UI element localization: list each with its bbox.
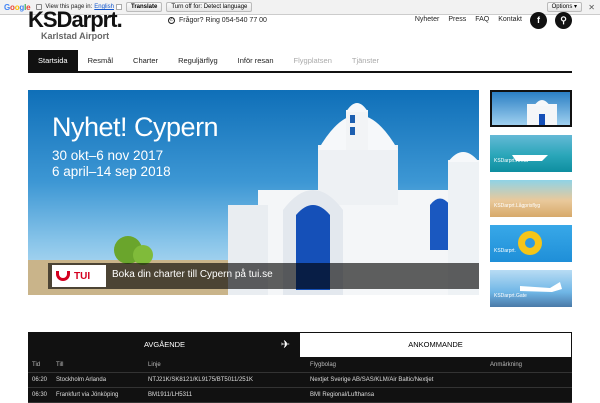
thumb-cypern[interactable] bbox=[490, 90, 572, 127]
close-icon[interactable]: ✕ bbox=[588, 3, 595, 12]
nav-item-charter[interactable]: Charter bbox=[123, 50, 168, 71]
hero-banner[interactable]: Nyhet! Cypern 30 okt–6 nov 2017 6 april–… bbox=[28, 90, 479, 295]
top-link-kontakt[interactable]: Kontakt bbox=[498, 16, 522, 23]
tab-departures-label: AVGÅENDE bbox=[143, 340, 186, 349]
site-logo[interactable]: KSDarprt. bbox=[28, 9, 123, 31]
thumb-boat-image bbox=[512, 155, 548, 161]
options-button[interactable]: Options ▾ bbox=[546, 2, 582, 12]
thumb-float-image bbox=[518, 231, 542, 255]
col-till: Till bbox=[56, 362, 64, 368]
plane-icon: ✈ bbox=[280, 339, 290, 351]
thumb-church-image bbox=[527, 100, 557, 125]
tab-arrivals[interactable]: ANKOMMANDE bbox=[300, 333, 571, 357]
col-tid: Tid bbox=[32, 362, 41, 368]
top-links: Nyheter Press FAQ Kontakt bbox=[415, 16, 522, 23]
top-link-nyheter[interactable]: Nyheter bbox=[415, 16, 440, 23]
cell-tid: 06:20 bbox=[32, 377, 48, 383]
hero-dates-2: 6 april–14 sep 2018 bbox=[52, 164, 171, 179]
col-anmarkning: Anmärkning bbox=[490, 362, 523, 368]
thumb-gate-caption: KSDarprt.Gate bbox=[494, 293, 527, 299]
tab-departures[interactable]: AVGÅENDE ✈ bbox=[29, 333, 300, 357]
thumb-gate[interactable]: KSDarprt.Gate bbox=[490, 270, 572, 307]
phone-icon: ✆ bbox=[168, 17, 175, 24]
flight-tabs: AVGÅENDE ✈ ANKOMMANDE bbox=[28, 332, 572, 358]
turn-off-button[interactable]: Turn off for: Detect language bbox=[166, 2, 253, 12]
nav-item-reguljarflyg[interactable]: Reguljärflyg bbox=[168, 50, 228, 71]
thumb-lagprisflyg-caption: KSDarprt.Lågprisflyg bbox=[494, 203, 541, 209]
hero-cta-text[interactable]: Boka din charter till Cypern på tui.se bbox=[112, 269, 273, 280]
tui-brand: TUI bbox=[74, 270, 91, 282]
col-linje: Linje bbox=[148, 362, 161, 368]
thumb-pool[interactable]: KSDarprt. bbox=[490, 225, 572, 262]
phone-info: ✆ Frågor? Ring 054-540 77 00 bbox=[168, 17, 267, 24]
nav-item-infor-resan[interactable]: Inför resan bbox=[228, 50, 284, 71]
thumb-lagprisflyg[interactable]: KSDarprt.Lågprisflyg bbox=[490, 180, 572, 217]
top-link-faq[interactable]: FAQ bbox=[475, 16, 489, 23]
phone-text: Frågor? Ring 054-540 77 00 bbox=[179, 17, 267, 24]
hero-cta-bar[interactable]: TUI Boka din charter till Cypern på tui.… bbox=[48, 263, 479, 289]
hero-dates-1: 30 okt–6 nov 2017 bbox=[52, 148, 164, 163]
table-header: Tid Till Linje Flygbolag Anmärkning bbox=[28, 358, 572, 373]
cell-anmarkning bbox=[490, 373, 572, 387]
nav-item-tjanster[interactable]: Tjänster bbox=[342, 50, 389, 71]
nav-item-startsida[interactable]: Startsida bbox=[28, 50, 78, 71]
cell-till: Stockholm Arlanda bbox=[56, 377, 107, 383]
search-icon[interactable]: ⚲ bbox=[555, 12, 572, 29]
google-logo: Google bbox=[4, 2, 31, 12]
thumb-kreta[interactable]: KSDarprt.Kreta bbox=[490, 135, 572, 172]
flight-table: Tid Till Linje Flygbolag Anmärkning 06:2… bbox=[28, 358, 572, 403]
table-row[interactable]: 06:20 Stockholm Arlanda NTJ21K/SK8121/KL… bbox=[28, 373, 572, 388]
hero-title: Nyhet! Cypern bbox=[52, 112, 219, 142]
main-nav: Startsida Resmål Charter Reguljärflyg In… bbox=[28, 50, 572, 73]
cell-linje: NTJ21K/SK8121/KL9175/BT5011/251K bbox=[148, 377, 253, 383]
cell-flygbolag: Nextjet Sverige AB/SAS/KLM/Air Baltic/Ne… bbox=[310, 377, 434, 383]
thumb-pool-caption: KSDarprt. bbox=[494, 248, 516, 254]
tui-smile-icon bbox=[56, 271, 70, 281]
col-flygbolag: Flygbolag bbox=[310, 362, 337, 368]
thumb-aircraft-image bbox=[520, 282, 562, 292]
tui-logo: TUI bbox=[52, 265, 106, 287]
facebook-icon[interactable]: f bbox=[530, 12, 547, 29]
nav-item-flygplatsen[interactable]: Flygplatsen bbox=[284, 50, 342, 71]
thumb-kreta-caption: KSDarprt.Kreta bbox=[494, 158, 528, 164]
top-link-press[interactable]: Press bbox=[448, 16, 466, 23]
nav-item-resmal[interactable]: Resmål bbox=[78, 50, 123, 71]
site-logo-subtitle: Karlstad Airport bbox=[41, 31, 110, 41]
table-row[interactable]: 06:30 Frankfurt via Jönköping BM1911/LH5… bbox=[28, 388, 572, 403]
translate-button[interactable]: Translate bbox=[125, 2, 163, 12]
